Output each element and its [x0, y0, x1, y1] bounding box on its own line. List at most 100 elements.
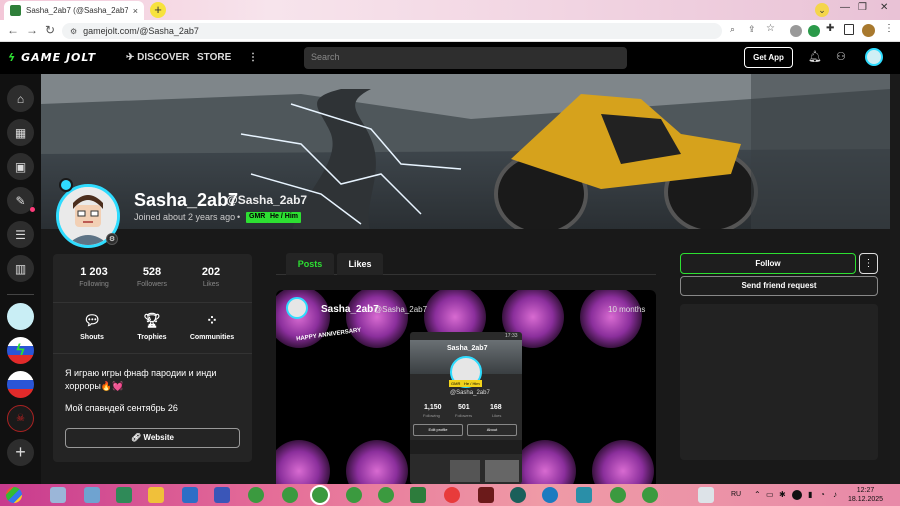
- taskbar-chrome-icon[interactable]: [248, 487, 264, 503]
- shouts-icon: 💬︎: [83, 312, 101, 328]
- language-indicator[interactable]: RU: [731, 491, 741, 498]
- forward-icon[interactable]: →: [26, 23, 38, 37]
- taskbar-chrome-icon[interactable]: [346, 487, 362, 503]
- tray-app-icon[interactable]: [792, 490, 802, 500]
- sidebar-library-icon[interactable]: ☰: [7, 221, 34, 248]
- notification-dot: [30, 207, 35, 212]
- translate-icon[interactable]: ⌕: [730, 24, 735, 35]
- screenshot-following: 1,150: [424, 404, 442, 411]
- trophies-button[interactable]: 🏆︎ Trophies: [122, 312, 182, 341]
- taskbar-app-icon[interactable]: [116, 487, 132, 503]
- taskbar-clock[interactable]: 12:27 18.12.2025: [848, 486, 883, 504]
- start-button-icon[interactable]: [6, 487, 22, 503]
- sidebar-columns-icon[interactable]: ▥: [7, 255, 34, 282]
- extension-icon[interactable]: [790, 25, 802, 37]
- community-russia-icon[interactable]: [7, 371, 34, 398]
- new-tab-button[interactable]: +: [150, 2, 166, 18]
- follow-button[interactable]: Follow: [680, 253, 856, 274]
- post-image-tile: [580, 290, 642, 348]
- sidebar-backpack-icon[interactable]: ▣: [7, 153, 34, 180]
- taskbar-app-icon[interactable]: [148, 487, 164, 503]
- tab-close-button[interactable]: ×: [133, 6, 138, 16]
- likes-stat[interactable]: 202 Likes: [181, 266, 241, 288]
- taskbar-app-icon[interactable]: [478, 487, 494, 503]
- website-button[interactable]: 🔗︎ Website: [65, 428, 240, 448]
- taskbar-chrome-active-icon[interactable]: [310, 485, 330, 505]
- sidebar-divider: [7, 294, 34, 295]
- tray-battery-icon[interactable]: ▮: [808, 490, 812, 499]
- tray-wifi-icon[interactable]: ◔: [820, 490, 825, 499]
- back-icon[interactable]: ←: [7, 23, 19, 37]
- reload-icon[interactable]: ↻: [45, 23, 55, 37]
- discover-icon: ✈: [126, 52, 135, 63]
- store-link[interactable]: STORE: [197, 52, 231, 63]
- profile-avatar-icon[interactable]: [862, 24, 875, 37]
- restore-button[interactable]: ❐: [858, 2, 867, 13]
- taskbar-app-icon[interactable]: [50, 487, 66, 503]
- following-stat[interactable]: 1 203 Following: [64, 266, 124, 288]
- side-panel-icon[interactable]: [844, 24, 854, 35]
- minimize-button[interactable]: —: [840, 2, 850, 13]
- tray-bluetooth-icon[interactable]: ✱: [779, 490, 786, 499]
- more-nav-icon[interactable]: ⋮: [248, 52, 258, 63]
- post-image-tile: [346, 440, 408, 484]
- taskbar-chrome-icon[interactable]: [610, 487, 626, 503]
- site-info-icon[interactable]: ⚙: [70, 27, 77, 36]
- tray-volume-icon[interactable]: ♪: [833, 490, 837, 499]
- taskbar-app-icon[interactable]: [510, 487, 526, 503]
- post-author-avatar[interactable]: [286, 297, 308, 319]
- tray-arrow-icon[interactable]: ⌃: [754, 490, 761, 499]
- user-avatar-icon[interactable]: [865, 48, 883, 66]
- extensions-puzzle-icon[interactable]: ✚: [826, 23, 834, 34]
- bookmark-star-icon[interactable]: ☆: [766, 23, 775, 34]
- get-app-button[interactable]: Get App: [744, 47, 793, 68]
- page-scrollbar[interactable]: [890, 74, 900, 484]
- shouts-button[interactable]: 💬︎ Shouts: [62, 312, 122, 341]
- tab-posts[interactable]: Posts: [286, 253, 334, 275]
- trophy-icon: 🏆︎: [143, 312, 161, 328]
- followers-count: 528: [142, 266, 162, 278]
- tray-network-icon[interactable]: ▭: [766, 490, 774, 499]
- notifications-bell-icon[interactable]: 🔔︎: [808, 50, 822, 63]
- community-horror-icon[interactable]: ☠: [7, 405, 34, 432]
- community-avatar-icon[interactable]: [7, 303, 34, 330]
- taskbar-app-icon[interactable]: [576, 487, 592, 503]
- screenshot-following-label: Following: [423, 413, 440, 418]
- share-icon[interactable]: ⇪: [748, 24, 756, 35]
- close-window-button[interactable]: ✕: [880, 2, 888, 13]
- followers-stat[interactable]: 528 Followers: [122, 266, 182, 288]
- communities-button[interactable]: ⁘ Communities: [182, 312, 242, 341]
- screenshot-followers-label: Followers: [455, 413, 473, 418]
- taskbar-chrome-icon[interactable]: [282, 487, 298, 503]
- add-community-icon[interactable]: +: [7, 439, 34, 466]
- tab-search-icon[interactable]: ⌄: [815, 3, 829, 17]
- shouts-label: Shouts: [80, 334, 104, 341]
- taskbar-app-icon[interactable]: [214, 487, 230, 503]
- friends-icon[interactable]: ⚇: [836, 50, 846, 63]
- community-flag-icon[interactable]: ϟ: [7, 337, 34, 364]
- taskbar-app-icon[interactable]: [410, 487, 426, 503]
- taskbar-chrome-icon[interactable]: [378, 487, 394, 503]
- taskbar-app-icon[interactable]: [542, 487, 558, 503]
- taskbar-opera-icon[interactable]: [444, 487, 460, 503]
- taskbar-chrome-icon[interactable]: [642, 487, 658, 503]
- discover-link[interactable]: ✈ DISCOVER: [126, 52, 189, 63]
- taskbar-app-icon[interactable]: [698, 487, 714, 503]
- chrome-menu-icon[interactable]: ⋮: [884, 23, 894, 34]
- gamejolt-logo[interactable]: ϟ GAME JOLT: [8, 51, 96, 64]
- browser-tab[interactable]: Sasha_2ab7 (@Sasha_2ab7) - Ga ×: [4, 1, 144, 20]
- avatar-settings-icon[interactable]: ⚙: [106, 233, 118, 245]
- sidebar-store-icon[interactable]: ▦: [7, 119, 34, 146]
- friend-request-button[interactable]: Send friend request: [680, 276, 878, 296]
- tab-likes[interactable]: Likes: [337, 253, 383, 275]
- url-field[interactable]: ⚙ gamejolt.com/@Sasha_2ab7: [62, 23, 722, 39]
- screenshot-likes: 168: [490, 404, 502, 411]
- profile-more-button[interactable]: ⋮: [859, 253, 878, 274]
- post-author-name[interactable]: Sasha_2ab7: [321, 304, 379, 315]
- extension-green-icon[interactable]: [808, 25, 820, 37]
- communities-icon: ⁘: [206, 312, 218, 328]
- sidebar-home-icon[interactable]: ⌂: [7, 85, 34, 112]
- taskbar-app-icon[interactable]: [84, 487, 100, 503]
- taskbar-app-icon[interactable]: [182, 487, 198, 503]
- search-input[interactable]: Search: [304, 47, 627, 69]
